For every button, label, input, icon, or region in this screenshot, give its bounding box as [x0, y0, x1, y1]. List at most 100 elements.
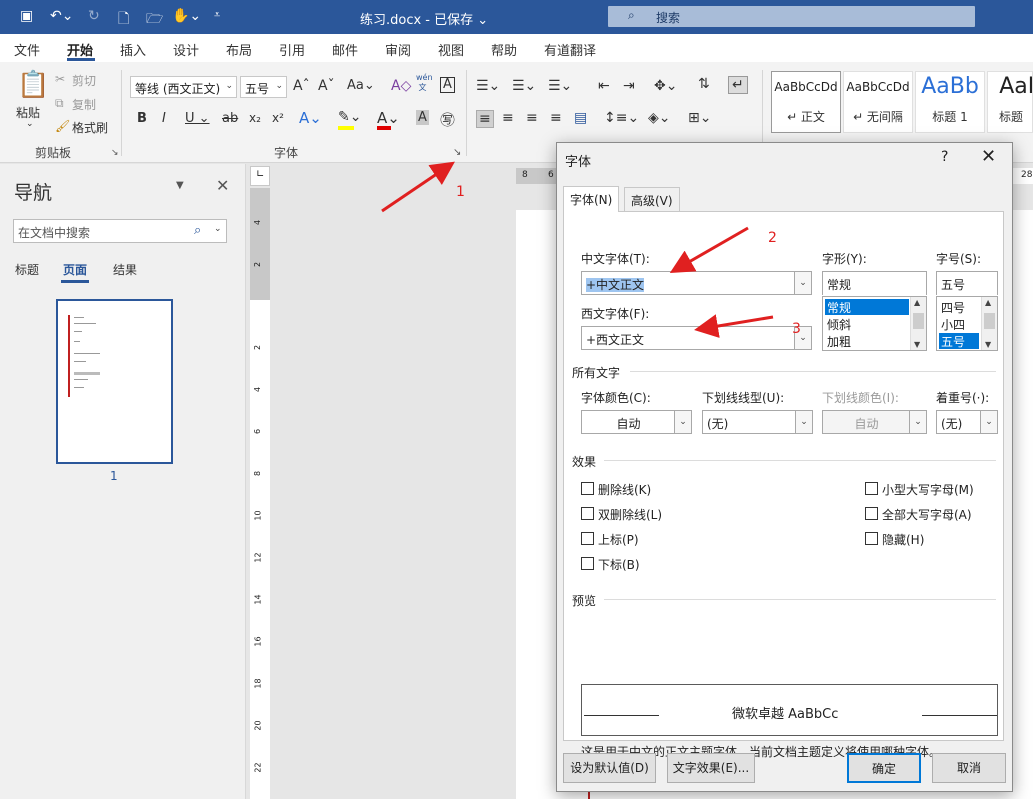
chevron-down-icon[interactable]: ⌄: [980, 411, 997, 433]
phonetic-guide-icon[interactable]: wén 文: [416, 73, 433, 93]
scroll-thumb[interactable]: [984, 313, 995, 329]
superscript-label[interactable]: 上标(P): [598, 531, 639, 548]
subscript-icon[interactable]: x₂: [249, 111, 261, 125]
set-as-default-button[interactable]: 设为默认值(D): [563, 753, 656, 783]
increase-indent-icon[interactable]: ⇥: [623, 78, 635, 94]
subscript-checkbox[interactable]: [581, 557, 594, 570]
tab-references[interactable]: 引用: [279, 40, 305, 59]
shrink-font-icon[interactable]: Aˇ: [318, 78, 335, 94]
sort-icon[interactable]: ⇅: [698, 76, 710, 92]
all-caps-label[interactable]: 全部大写字母(A): [882, 506, 972, 523]
hidden-label[interactable]: 隐藏(H): [882, 531, 924, 548]
tab-design[interactable]: 设计: [173, 40, 199, 59]
italic-icon[interactable]: I: [162, 111, 166, 126]
strikethrough-label[interactable]: 删除线(K): [598, 481, 651, 498]
style-no-spacing[interactable]: AaBbCcDd ↵ 无间隔: [843, 71, 913, 133]
strikethrough-checkbox[interactable]: [581, 482, 594, 495]
scroll-up-icon[interactable]: ▲: [985, 298, 991, 307]
new-document-icon[interactable]: 🗋: [118, 8, 129, 32]
tab-home[interactable]: 开始: [67, 40, 93, 59]
save-icon[interactable]: ▣: [20, 8, 33, 24]
cancel-button[interactable]: 取消: [932, 753, 1006, 783]
scroll-down-icon[interactable]: ▼: [985, 340, 991, 349]
nav-tab-pages[interactable]: 页面: [63, 261, 87, 278]
highlight-icon[interactable]: ✎⌄: [338, 109, 361, 125]
underline-type-dropdown[interactable]: (无) ⌄: [702, 410, 813, 434]
double-strikethrough-label[interactable]: 双删除线(L): [598, 506, 662, 523]
scrollbar[interactable]: ▲ ▼: [981, 297, 997, 350]
style-list[interactable]: 常规 倾斜 加粗 ▲ ▼: [822, 296, 927, 351]
character-shading-icon[interactable]: A: [416, 110, 429, 125]
style-option-regular[interactable]: 常规: [825, 299, 910, 315]
search-icon[interactable]: ⌕: [194, 223, 201, 238]
double-strikethrough-checkbox[interactable]: [581, 507, 594, 520]
chevron-down-icon[interactable]: ⌄: [795, 411, 812, 433]
align-left-icon[interactable]: ≡: [476, 110, 494, 128]
all-caps-checkbox[interactable]: [865, 507, 878, 520]
copy-icon[interactable]: ⧉: [55, 96, 64, 111]
borders-icon[interactable]: ⊞⌄: [688, 110, 711, 126]
scroll-up-icon[interactable]: ▲: [914, 298, 920, 307]
scroll-down-icon[interactable]: ▼: [914, 340, 920, 349]
cut-button[interactable]: 剪切: [72, 72, 96, 89]
small-caps-label[interactable]: 小型大写字母(M): [882, 481, 974, 498]
west-font-combo[interactable]: +西文正文 ⌄: [581, 326, 812, 350]
text-effects-button[interactable]: 文字效果(E)...: [667, 753, 755, 783]
clipboard-launcher-icon[interactable]: ↘: [111, 148, 119, 158]
size-input[interactable]: 五号: [936, 271, 998, 295]
multilevel-list-icon[interactable]: ☰⌄: [548, 78, 572, 94]
justify-icon[interactable]: ≡: [550, 110, 562, 126]
size-option[interactable]: 四号: [939, 299, 979, 315]
page-thumbnail[interactable]: [56, 299, 173, 464]
style-option-italic[interactable]: 倾斜: [825, 316, 909, 332]
search-box[interactable]: ⌕ 搜索: [608, 6, 975, 27]
format-painter-icon[interactable]: 🖌: [55, 119, 70, 133]
tab-help[interactable]: 帮助: [491, 40, 517, 59]
paste-dropdown-icon[interactable]: ⌄: [26, 119, 34, 129]
nav-tab-headings[interactable]: 标题: [15, 261, 39, 278]
asian-layout-icon[interactable]: ✥⌄: [654, 78, 677, 94]
undo-icon[interactable]: ↶⌄: [50, 8, 73, 24]
tab-mailings[interactable]: 邮件: [332, 40, 358, 59]
close-icon[interactable]: ✕: [981, 146, 996, 167]
dialog-tab-font[interactable]: 字体(N): [563, 186, 620, 212]
chevron-down-icon[interactable]: ⌄: [674, 411, 691, 433]
copy-button[interactable]: 复制: [72, 96, 96, 113]
superscript-checkbox[interactable]: [581, 532, 594, 545]
size-option-selected[interactable]: 五号: [939, 333, 979, 349]
scrollbar[interactable]: ▲ ▼: [910, 297, 926, 350]
style-heading-1[interactable]: AaBb 标题 1: [915, 71, 985, 133]
bullets-icon[interactable]: ☰⌄: [476, 78, 500, 94]
grow-font-icon[interactable]: Aˆ: [293, 78, 310, 94]
small-caps-checkbox[interactable]: [865, 482, 878, 495]
scroll-thumb[interactable]: [913, 313, 924, 329]
tab-file[interactable]: 文件: [14, 40, 40, 59]
subscript-label[interactable]: 下标(B): [598, 556, 640, 573]
tab-insert[interactable]: 插入: [120, 40, 146, 59]
cut-icon[interactable]: ✂: [55, 72, 65, 86]
nav-tab-results[interactable]: 结果: [113, 261, 137, 278]
nav-options-icon[interactable]: ▼: [176, 180, 184, 191]
decrease-indent-icon[interactable]: ⇤: [598, 78, 610, 94]
emphasis-dropdown[interactable]: (无) ⌄: [936, 410, 998, 434]
customize-toolbar-icon[interactable]: ⩡: [214, 8, 220, 22]
font-color-dropdown[interactable]: 自动 ⌄: [581, 410, 692, 434]
change-case-icon[interactable]: Aa⌄: [347, 78, 375, 93]
style-option-bold[interactable]: 加粗: [825, 333, 909, 349]
clear-formatting-icon[interactable]: A◇: [391, 78, 411, 94]
dialog-tab-advanced[interactable]: 高级(V): [624, 187, 680, 211]
distributed-icon[interactable]: ▤: [574, 110, 587, 126]
align-center-icon[interactable]: ≡: [502, 110, 514, 126]
tab-view[interactable]: 视图: [438, 40, 464, 59]
font-dialog-launcher-icon[interactable]: ↘: [453, 147, 461, 158]
shading-icon[interactable]: ◈⌄: [648, 110, 671, 126]
strikethrough-icon[interactable]: ab: [222, 111, 238, 126]
superscript-icon[interactable]: x²: [272, 111, 284, 125]
numbering-icon[interactable]: ☰⌄: [512, 78, 536, 94]
chevron-down-icon[interactable]: ⌄: [909, 411, 926, 433]
paste-icon[interactable]: 📋: [17, 70, 49, 100]
help-button[interactable]: ?: [941, 149, 948, 165]
underline-color-dropdown[interactable]: 自动 ⌄: [822, 410, 927, 434]
tab-review[interactable]: 审阅: [385, 40, 411, 59]
character-border-icon[interactable]: A: [440, 77, 455, 93]
